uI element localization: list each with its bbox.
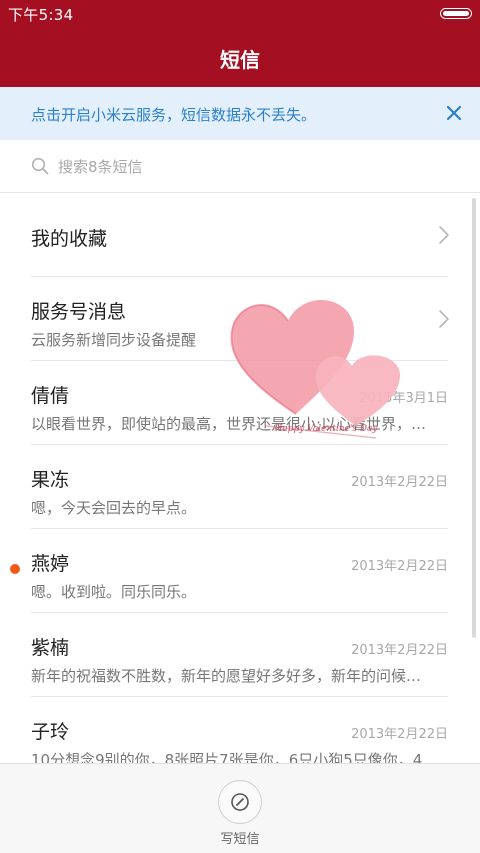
message-preview: 新年的祝福数不胜数，新年的愿望好多好多，新年的问候… — [31, 667, 422, 685]
folder-label: 服务号消息 — [31, 301, 127, 323]
conversation-item[interactable]: 燕婷 2013年2月22日 嗯。收到啦。同乐同乐。 — [0, 529, 480, 613]
conversation-item[interactable]: 紫楠 2013年2月22日 新年的祝福数不胜数，新年的愿望好多好多，新年的问候… — [0, 613, 480, 697]
banner-text: 点击开启小米云服务，短信数据永不丢失。 — [31, 106, 317, 124]
message-date: 2013年3月1日 — [359, 391, 448, 406]
chevron-right-icon — [439, 310, 449, 328]
compose-icon — [231, 793, 249, 811]
message-preview: 嗯。收到啦。同乐同乐。 — [31, 583, 197, 601]
conversation-item[interactable]: 倩倩 2013年3月1日 以眼看世界，即使站的最高，世界还是很小;以心看世界，… — [0, 361, 480, 445]
bottom-toolbar: 写短信 — [0, 763, 480, 853]
message-preview: 10分想念9别的你，8张照片7张是你，6只小狗5只像你，4… — [31, 751, 438, 763]
title-bar: 短信 — [0, 26, 480, 87]
message-date: 2013年2月22日 — [351, 559, 448, 574]
compose-label: 写短信 — [220, 832, 260, 847]
message-date: 2013年2月22日 — [351, 475, 448, 490]
unread-indicator — [10, 564, 20, 574]
folder-subtitle: 云服务新增同步设备提醒 — [31, 331, 197, 349]
contact-name: 子玲 — [31, 721, 70, 743]
contact-name: 果冻 — [31, 469, 70, 491]
search-input[interactable] — [58, 155, 438, 179]
conversation-item[interactable]: 子玲 2013年2月22日 10分想念9别的你，8张照片7张是你，6只小狗5只像… — [0, 697, 480, 763]
search-icon — [31, 157, 49, 175]
folder-label: 我的收藏 — [31, 228, 108, 250]
close-icon[interactable] — [442, 101, 466, 125]
page-title: 短信 — [220, 48, 260, 72]
contact-name: 燕婷 — [31, 553, 70, 575]
message-preview: 嗯，今天会回去的早点。 — [31, 499, 197, 517]
message-date: 2013年2月22日 — [351, 643, 448, 658]
compose-button[interactable] — [218, 780, 262, 824]
status-bar: 下午5:34 — [0, 0, 480, 26]
contact-name: 紫楠 — [31, 637, 70, 659]
scrollbar[interactable] — [472, 198, 476, 638]
favorites-folder[interactable]: 我的收藏 — [0, 193, 480, 277]
contact-name: 倩倩 — [31, 385, 70, 407]
cloud-service-banner[interactable]: 点击开启小米云服务，短信数据永不丢失。 — [0, 87, 480, 140]
battery-icon — [440, 8, 472, 19]
chevron-right-icon — [439, 226, 449, 244]
conversation-item[interactable]: 果冻 2013年2月22日 嗯，今天会回去的早点。 — [0, 445, 480, 529]
service-messages-folder[interactable]: 服务号消息 云服务新增同步设备提醒 — [0, 277, 480, 361]
status-time: 下午5:34 — [8, 6, 74, 24]
search-bar — [0, 140, 480, 193]
message-preview: 以眼看世界，即使站的最高，世界还是很小;以心看世界，… — [31, 415, 427, 433]
message-list[interactable]: 我的收藏 服务号消息 云服务新增同步设备提醒 倩倩 2013年3月1日 以眼看世… — [0, 193, 480, 763]
message-date: 2013年2月22日 — [351, 727, 448, 742]
